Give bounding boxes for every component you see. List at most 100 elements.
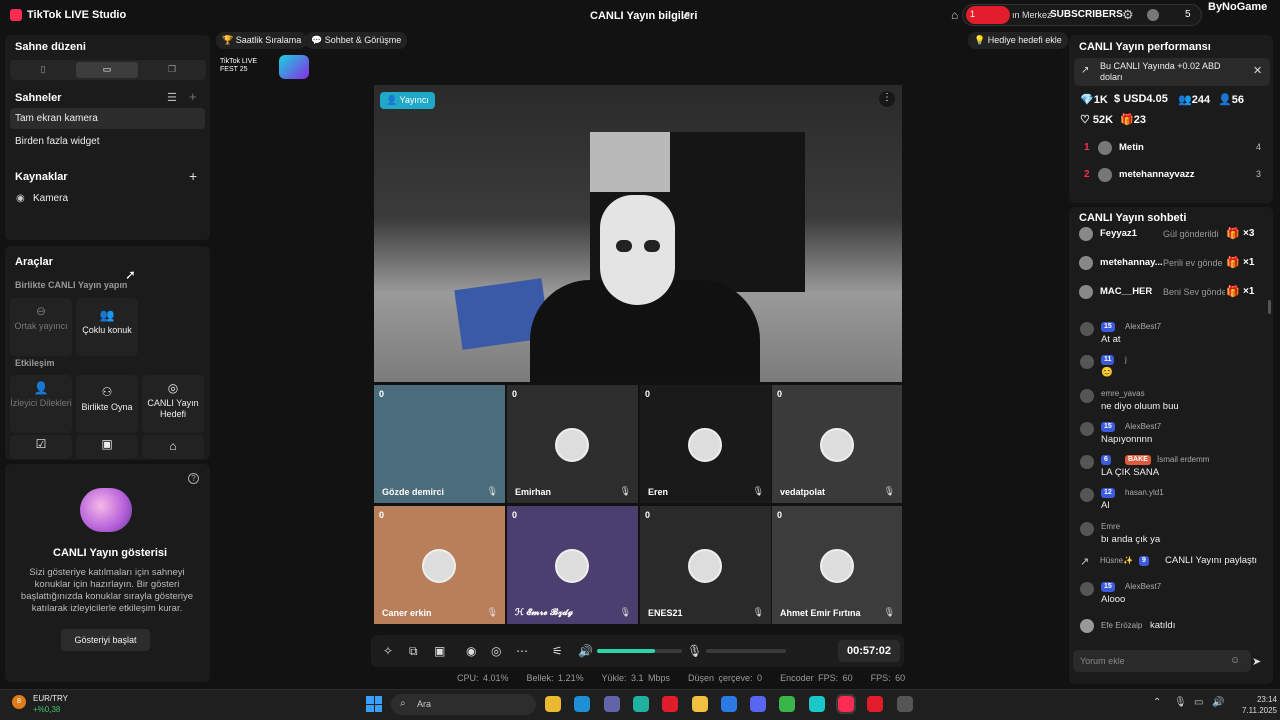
chat-username[interactable]: Emre: [1101, 522, 1120, 531]
taskbar-search[interactable]: Ara: [391, 694, 536, 715]
mic-slider[interactable]: [706, 649, 786, 653]
close-icon[interactable]: ✕: [1253, 64, 1262, 77]
chevron-up-icon[interactable]: ⌃: [1153, 697, 1161, 708]
multi-guest-button[interactable]: 👥 Çoklu konuk: [76, 298, 138, 356]
mic-muted-icon[interactable]: 🎙: [884, 607, 895, 618]
display-tray-icon[interactable]: ▭: [1194, 697, 1203, 708]
chat-username[interactable]: AlexBest7: [1125, 322, 1161, 331]
emoji-icon[interactable]: ☺: [1230, 655, 1240, 666]
mic-muted-icon[interactable]: 🎙: [620, 607, 631, 618]
teams-icon[interactable]: [603, 696, 620, 712]
layout-dual-button[interactable]: ❐: [141, 62, 203, 78]
chrome-beta-icon[interactable]: [779, 696, 796, 712]
level-value: 15: [1104, 423, 1112, 430]
add-scene-icon[interactable]: +: [189, 89, 197, 104]
add-source-icon[interactable]: +: [189, 168, 197, 184]
ticker-name[interactable]: EUR/TRY: [33, 694, 68, 703]
guest-tile[interactable]: 0 Eren 🎙: [640, 385, 771, 503]
layout-portrait-button[interactable]: ▯: [12, 62, 74, 78]
gift-sender[interactable]: Feyyaz1: [1100, 228, 1137, 239]
guest-tile[interactable]: 0 Caner erkin 🎙: [374, 506, 505, 624]
play-together-button[interactable]: ⚇ Birlikte Oyna: [76, 375, 138, 433]
mic-muted-icon[interactable]: 🎙: [753, 486, 764, 497]
hourly-ranking-button[interactable]: 🏆 Saatlik Sıralama: [216, 32, 308, 49]
tool-more-2[interactable]: ▣: [76, 435, 138, 459]
guest-tile[interactable]: 0 Emirhan 🎙: [507, 385, 638, 503]
clock[interactable]: 23:14 7.11.2025: [1242, 694, 1277, 716]
guest-tile[interactable]: 0 Gözde demirci 🎙: [374, 385, 505, 503]
tiktok-logo-icon: [10, 9, 22, 21]
screen-add-icon[interactable]: ⧉: [409, 644, 418, 659]
guest-gift-count: 0: [777, 510, 783, 520]
live-goal-button[interactable]: ◎ CANLI Yayın Hedefi: [142, 375, 204, 433]
list-icon[interactable]: ☰: [167, 91, 177, 104]
sources-title: Kaynaklar: [15, 171, 68, 183]
start-show-button[interactable]: Gösteriyi başlat: [61, 629, 150, 651]
tool-more-1[interactable]: ☑: [10, 435, 72, 459]
guest-tile[interactable]: 0 ℋ 𝓔𝓶𝓻𝓮 𝓑𝔃𝓭𝓰 🎙: [507, 506, 638, 624]
replay-icon[interactable]: ◎: [491, 644, 501, 658]
layout-landscape-button[interactable]: ▭: [76, 62, 138, 78]
rank-name[interactable]: metehannayvazz: [1119, 169, 1195, 180]
chat-scrollbar[interactable]: [1268, 300, 1271, 314]
video-bed: [590, 132, 670, 192]
home-icon[interactable]: ⌂: [951, 8, 958, 22]
store-icon[interactable]: [720, 696, 737, 712]
viewer-wishes-button[interactable]: 👤 İzleyici Dilekleri: [10, 375, 72, 433]
magic-wand-icon[interactable]: ✧: [383, 644, 393, 658]
mic-muted-icon[interactable]: 🎙: [884, 486, 895, 497]
guest-tile[interactable]: 0 Ahmet Emir Fırtına 🎙: [772, 506, 902, 624]
file-explorer-icon[interactable]: [691, 696, 708, 712]
edge-icon[interactable]: [574, 696, 591, 712]
mic-muted-icon[interactable]: 🎙: [620, 486, 631, 497]
avatar: [820, 549, 854, 583]
gear-icon[interactable]: ⚙: [1122, 7, 1134, 23]
rank-name[interactable]: Metin: [1119, 142, 1144, 153]
live-studio-icon[interactable]: [808, 696, 825, 712]
chat-call-button[interactable]: 💬 Sohbet & Görüşme: [305, 32, 408, 49]
scene-item-fullscreen-camera[interactable]: Tam ekran kamera: [10, 108, 205, 129]
co-host-button[interactable]: ⊖ Ortak yayıncı: [10, 298, 72, 356]
tiktok-icon[interactable]: [836, 694, 856, 714]
help-icon[interactable]: ?: [188, 473, 199, 484]
sliders-icon[interactable]: ⚟: [552, 644, 563, 658]
windows-start-icon[interactable]: [366, 696, 382, 712]
comment-input[interactable]: Yorum ekle: [1073, 650, 1251, 672]
avatar: [1080, 582, 1094, 596]
stat-fps: FPS: 60: [870, 673, 906, 683]
microphone-tray-icon[interactable]: 🎙: [1174, 697, 1187, 708]
mic-muted-icon[interactable]: 🎙: [487, 486, 498, 497]
chat-username[interactable]: emre_yavas: [1101, 389, 1145, 398]
youtube-icon[interactable]: [867, 696, 884, 712]
discord-icon[interactable]: [750, 696, 767, 712]
chat-username[interactable]: j: [1125, 355, 1127, 364]
chrome-icon[interactable]: [545, 696, 561, 712]
speaker-icon[interactable]: 🔊: [578, 644, 593, 658]
record-icon[interactable]: ◉: [466, 644, 476, 658]
more-icon[interactable]: ⋯: [516, 644, 528, 658]
opera-icon[interactable]: [662, 696, 679, 712]
guest-tile[interactable]: 0 vedatpolat 🎙: [772, 385, 902, 503]
chat-username[interactable]: AlexBest7: [1125, 422, 1161, 431]
gift-sender[interactable]: MAC__HER: [1100, 286, 1152, 297]
share-icon[interactable]: ↗: [681, 8, 691, 22]
more-options-icon[interactable]: ⋮: [879, 91, 895, 107]
mic-muted-icon[interactable]: 🎙: [753, 607, 764, 618]
chat-username[interactable]: AlexBest7: [1125, 582, 1161, 591]
picture-in-picture-icon[interactable]: ▣: [434, 644, 445, 658]
gift-sender[interactable]: metehannay...: [1100, 257, 1163, 268]
microphone-icon[interactable]: 🎙: [687, 644, 702, 658]
obs-icon[interactable]: [896, 696, 913, 712]
mic-muted-icon[interactable]: 🎙: [487, 607, 498, 618]
guest-name: Ahmet Emir Fırtına: [780, 608, 861, 618]
tool-more-3[interactable]: ⌂: [142, 435, 204, 459]
guest-tile[interactable]: 0 ENES21 🎙: [640, 506, 771, 624]
chat-username[interactable]: hasan.yld1: [1125, 488, 1164, 497]
edge-dev-icon[interactable]: [632, 696, 649, 712]
chat-username[interactable]: İsmail erdemm: [1157, 455, 1209, 464]
volume-tray-icon[interactable]: 🔊: [1212, 697, 1224, 708]
scene-item-multi-widget[interactable]: Birden fazla widget: [10, 131, 205, 152]
gift-goal-button[interactable]: 💡 Hediye hedefi ekle: [968, 32, 1068, 49]
source-item-camera[interactable]: Kamera: [33, 193, 68, 204]
send-icon[interactable]: ➤: [1252, 655, 1261, 668]
